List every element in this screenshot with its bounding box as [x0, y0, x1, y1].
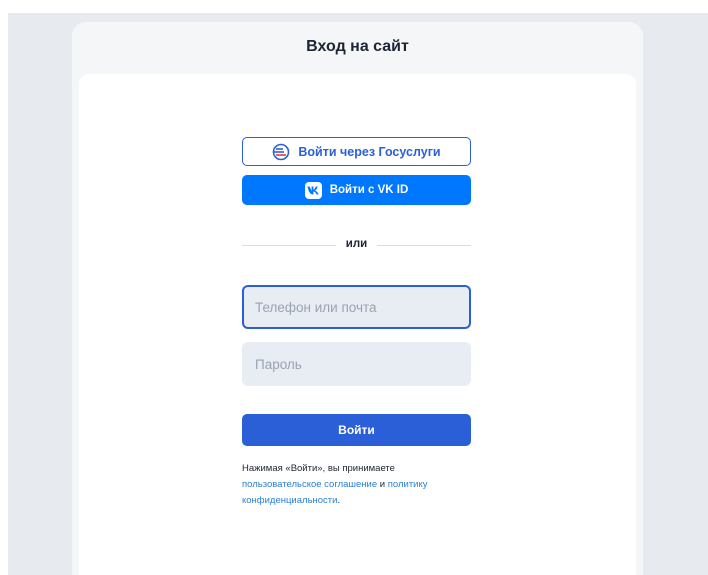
- or-divider: или: [242, 238, 471, 252]
- modal-title: Вход на сайт: [306, 38, 409, 55]
- privacy-policy-link-cont[interactable]: конфиденциальности: [242, 495, 337, 506]
- vk-logo-icon: [304, 181, 322, 199]
- terms-suffix: .: [337, 495, 341, 506]
- gosuslugi-logo-icon: [272, 143, 290, 161]
- divider-line-right: [377, 245, 471, 246]
- divider-text: или: [345, 238, 368, 250]
- terms-prefix: Нажимая «Войти», вы принимаете: [242, 463, 395, 474]
- terms-notice: Нажимая «Войти», вы принимаете пользоват…: [242, 461, 482, 509]
- modal-body: Войти через Госуслуги Войти с VK ID или …: [79, 74, 636, 575]
- vk-button-label: Войти с VK ID: [329, 184, 409, 196]
- submit-login-button[interactable]: Войти: [242, 414, 471, 446]
- gosuslugi-button-label: Войти через Госуслуги: [298, 144, 441, 159]
- privacy-policy-link[interactable]: политику: [388, 479, 428, 490]
- gosuslugi-login-button[interactable]: Войти через Госуслуги: [242, 137, 471, 166]
- vk-id-login-button[interactable]: Войти с VK ID: [242, 175, 471, 205]
- login-modal: Вход на сайт Войти через Госуслуги Войти…: [72, 22, 643, 575]
- password-input[interactable]: [242, 342, 471, 386]
- phone-or-email-input[interactable]: [242, 285, 471, 329]
- terms-and: и: [377, 479, 388, 490]
- user-agreement-link[interactable]: пользовательское соглашение: [242, 479, 377, 490]
